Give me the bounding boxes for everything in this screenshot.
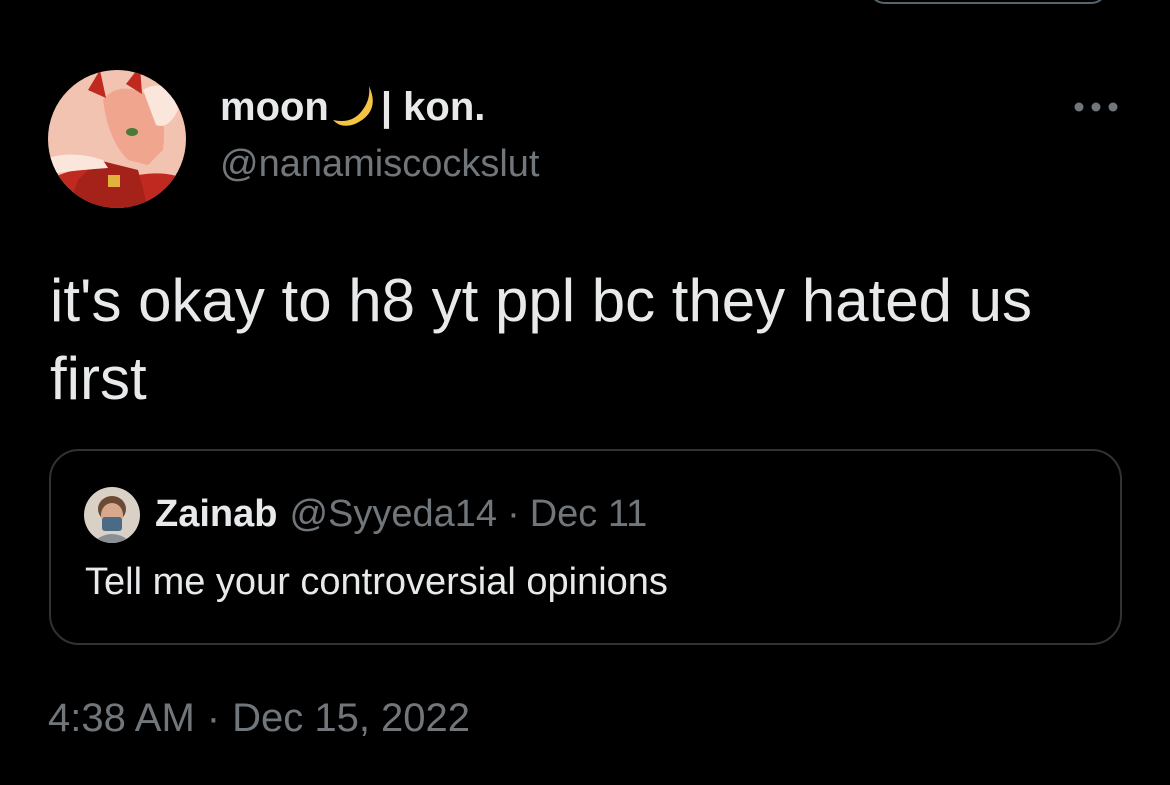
quoted-separator: · — [507, 493, 520, 535]
quoted-author-handle[interactable]: @Syyeda14 — [289, 493, 497, 536]
tweet-time: 4:38 AM — [48, 696, 195, 740]
more-button[interactable] — [1070, 92, 1122, 122]
crescent-moon-icon — [329, 82, 379, 132]
top-pill-button[interactable] — [868, 0, 1108, 4]
timestamp-separator: · — [206, 696, 221, 740]
quoted-tweet-text: Tell me your controversial opinions — [85, 561, 668, 603]
quoted-avatar-image — [84, 487, 140, 543]
quoted-tweet-header: Zainab @Syyeda14 · Dec 11 — [155, 493, 647, 536]
quoted-tweet-date[interactable]: Dec 11 — [530, 493, 648, 536]
avatar-image — [48, 70, 186, 208]
author-name-suffix: | kon. — [380, 84, 486, 129]
tweet-date: Dec 15, 2022 — [232, 696, 471, 740]
more-horizontal-icon — [1074, 102, 1118, 112]
tweet-text: it's okay to h8 yt ppl bc they hated us … — [50, 267, 1033, 412]
author-display-name[interactable]: moon | kon. — [220, 82, 485, 132]
author-handle[interactable]: @nanamiscockslut — [220, 143, 539, 186]
author-avatar[interactable] — [48, 70, 186, 208]
tweet-timestamp[interactable]: 4:38 AM · Dec 15, 2022 — [48, 696, 470, 741]
quoted-author-avatar[interactable] — [84, 487, 140, 543]
author-name-text: moon — [220, 84, 329, 129]
quoted-tweet-card[interactable]: Zainab @Syyeda14 · Dec 11 Tell me your c… — [49, 449, 1122, 645]
quoted-author-name[interactable]: Zainab — [155, 493, 277, 536]
